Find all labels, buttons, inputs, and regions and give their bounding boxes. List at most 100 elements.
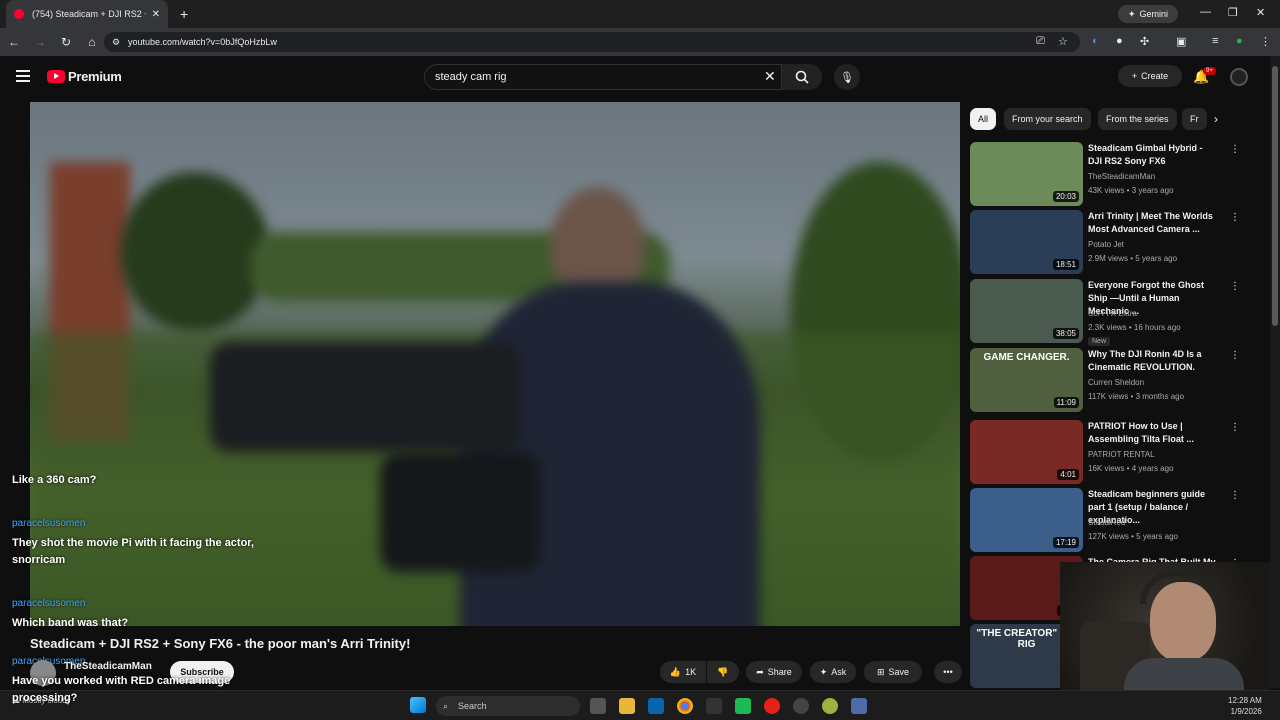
recommendation-title[interactable]: Steadicam Gimbal Hybrid - DJI RS2 Sony F… <box>1088 142 1218 168</box>
chat-username: paracelsusomen <box>12 518 86 529</box>
save-label: Save <box>888 667 910 677</box>
recommendation-channel[interactable]: SteadiRed <box>1088 518 1125 527</box>
youtube-premium-logo[interactable]: Premium <box>47 69 122 84</box>
ask-button[interactable]: ✦ Ask <box>810 661 856 683</box>
recommendation-title[interactable]: Why The DJI Ronin 4D Is a Cinematic REVO… <box>1088 348 1218 374</box>
app-icon[interactable] <box>706 698 722 714</box>
recommendation-item[interactable]: 4:01 PATRIOT How to Use | Assembling Tilt… <box>970 420 1240 484</box>
system-clock[interactable]: 12:28 AM 1/9/2026 <box>1228 695 1262 717</box>
hamburger-menu-icon[interactable] <box>16 70 30 85</box>
recommendation-channel[interactable]: TheSteadicamMan <box>1088 172 1155 181</box>
search-input[interactable]: steady cam rig <box>424 64 782 90</box>
address-bar[interactable]: ⚙ youtube.com/watch?v=0bJfQoHzbLw <box>104 32 1080 52</box>
app-icon[interactable] <box>851 698 867 714</box>
recommendation-title[interactable]: Arri Trinity | Meet The Worlds Most Adva… <box>1088 210 1218 236</box>
media-icon[interactable]: ≡ <box>1212 35 1218 47</box>
recommendation-channel[interactable]: PATRIOT RENTAL <box>1088 450 1155 459</box>
video-thumbnail[interactable]: 18:51 <box>970 210 1083 274</box>
minimize-icon[interactable]: — <box>1200 6 1211 18</box>
home-icon[interactable]: ⌂ <box>80 35 104 49</box>
recommendation-item[interactable]: 17:19 Steadicam beginners guide part 1 (s… <box>970 488 1240 552</box>
clear-search-icon[interactable]: ✕ <box>764 68 776 85</box>
chip-more[interactable]: Fr <box>1182 108 1207 130</box>
app-icon[interactable] <box>735 698 751 714</box>
video-thumbnail[interactable]: 4:01 <box>970 420 1083 484</box>
window-close-icon[interactable]: ✕ <box>1256 6 1265 19</box>
recommendation-channel[interactable]: Curren Sheldon <box>1088 378 1144 387</box>
recommendation-item[interactable]: 18:51 Arri Trinity | Meet The Worlds Most… <box>970 210 1240 274</box>
gemini-label: Gemini <box>1139 9 1169 19</box>
tab-close-icon[interactable]: ✕ <box>152 9 160 20</box>
recommendation-item[interactable]: GAME CHANGER. 11:09 Why The DJI Ronin 4D I… <box>970 348 1240 412</box>
windows-start-icon[interactable] <box>410 697 426 713</box>
recommendation-meta: 117K views • 3 months ago <box>1088 392 1185 401</box>
bookmark-star-icon[interactable]: ☆ <box>1058 35 1068 48</box>
forward-icon[interactable]: → <box>28 35 52 49</box>
plus-icon: + <box>1131 71 1138 81</box>
gemini-button[interactable]: ✦ Gemini <box>1118 5 1179 23</box>
chip-all[interactable]: All <box>970 108 997 130</box>
video-thumbnail[interactable]: 20:03 <box>970 142 1083 206</box>
app-icon[interactable] <box>822 698 838 714</box>
cast-icon[interactable]: ⎚ <box>1036 35 1045 48</box>
recommendation-channel[interactable]: Potato Jet <box>1088 240 1124 249</box>
profile-icon[interactable]: ● <box>1236 35 1243 47</box>
back-icon[interactable]: ← <box>2 35 26 49</box>
create-button[interactable]: + Create <box>1118 65 1182 87</box>
save-button[interactable]: ⊞ Save <box>864 661 922 683</box>
chrome-icon[interactable] <box>677 698 693 714</box>
chip-from-your-search[interactable]: From your search <box>1004 108 1091 130</box>
app-icon[interactable] <box>793 698 809 714</box>
more-actions-button[interactable]: ••• <box>934 661 962 683</box>
more-vert-icon[interactable]: ⋮ <box>1230 422 1240 433</box>
task-view-icon[interactable] <box>590 698 606 714</box>
dislike-button[interactable]: 👎 <box>707 661 739 683</box>
video-thumbnail[interactable]: GAME CHANGER. 11:09 <box>970 348 1083 412</box>
taskbar-search[interactable]: ⌕ Search <box>436 696 580 716</box>
more-vert-icon[interactable]: ⋮ <box>1230 212 1240 223</box>
side-panel-icon[interactable]: ▣ <box>1176 35 1186 48</box>
share-label: Share <box>767 667 792 677</box>
file-explorer-icon[interactable] <box>619 698 635 714</box>
app-icon[interactable] <box>764 698 780 714</box>
new-tab-button[interactable]: + <box>180 6 188 22</box>
more-horiz-icon: ••• <box>943 667 953 677</box>
page-scrollbar[interactable] <box>1270 56 1280 688</box>
like-button[interactable]: 👍 1K <box>660 661 706 683</box>
channel-name[interactable]: TheSteadicamMan <box>64 661 152 672</box>
recommendation-channel[interactable]: Sci-Fi X Extra <box>1088 309 1137 318</box>
voice-search-button[interactable]: 🎙 <box>834 64 860 90</box>
browser-tab[interactable]: (754) Steadicam + DJI RS2 + So ✕ <box>6 0 168 28</box>
more-vert-icon[interactable]: ⋮ <box>1230 144 1240 155</box>
scrollbar-thumb[interactable] <box>1272 66 1278 326</box>
reload-icon[interactable]: ↻ <box>54 35 78 49</box>
video-thumbnail[interactable]: 38:05 <box>970 279 1083 343</box>
more-vert-icon[interactable]: ⋮ <box>1230 490 1240 501</box>
share-button[interactable]: ➦ Share <box>746 661 802 683</box>
camera-rig <box>210 342 520 452</box>
recommendation-item[interactable]: 20:03 Steadicam Gimbal Hybrid - DJI RS2 S… <box>970 142 1240 206</box>
maximize-icon[interactable]: ❐ <box>1228 6 1238 19</box>
chat-message: Which band was that? <box>12 617 129 629</box>
browser-menu-icon[interactable]: ⋮ <box>1260 35 1271 48</box>
extensions-puzzle-icon[interactable]: ✣ <box>1140 35 1149 48</box>
outlook-icon[interactable] <box>648 698 664 714</box>
recommendation-meta: 43K views • 3 years ago <box>1088 186 1174 195</box>
chevron-right-icon[interactable]: › <box>1214 112 1218 126</box>
recommendation-title[interactable]: PATRIOT How to Use | Assembling Tilta Fl… <box>1088 420 1218 446</box>
site-info-icon[interactable]: ⚙ <box>112 37 120 48</box>
search-button[interactable] <box>782 64 822 90</box>
video-thumbnail[interactable]: 17:19 <box>970 488 1083 552</box>
more-vert-icon[interactable]: ⋮ <box>1230 350 1240 361</box>
extension-icon[interactable]: ◐ <box>1092 35 1099 47</box>
thumbnail-overlay-text: GAME CHANGER. <box>983 352 1070 363</box>
chip-from-the-series[interactable]: From the series <box>1098 108 1177 130</box>
more-vert-icon[interactable]: ⋮ <box>1230 281 1240 292</box>
tab-title: (754) Steadicam + DJI RS2 + So <box>32 9 146 19</box>
extension-icon[interactable]: ● <box>1116 35 1123 47</box>
browser-tab-strip: (754) Steadicam + DJI RS2 + So ✕ + <box>0 0 1280 28</box>
account-avatar[interactable] <box>1230 68 1248 86</box>
duration-badge: 20:03 <box>1052 191 1079 202</box>
recommendation-meta: 16K views • 4 years ago <box>1088 464 1174 473</box>
recommendation-item[interactable]: 38:05 Everyone Forgot the Ghost Ship —Unt… <box>970 279 1240 346</box>
